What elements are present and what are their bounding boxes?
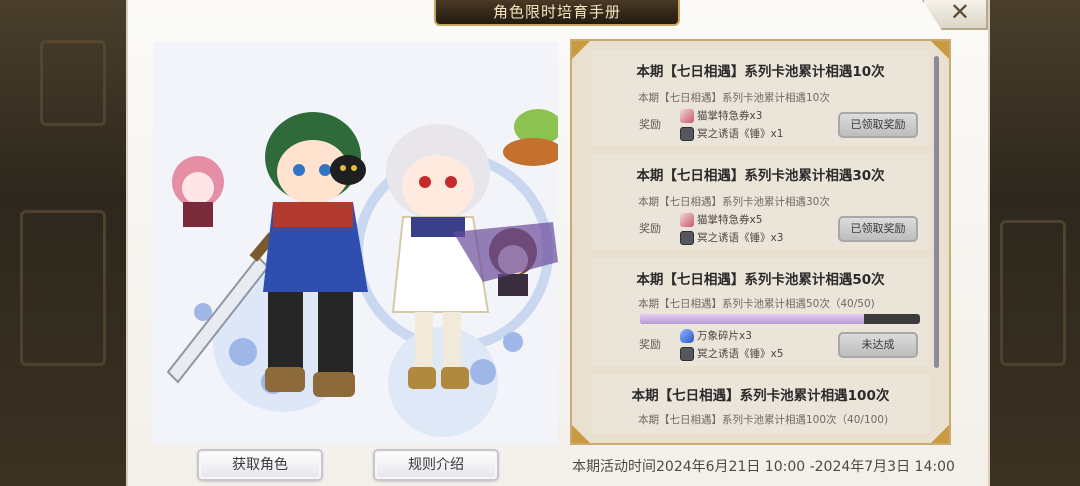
quest-list-scrollbar[interactable]	[934, 56, 939, 368]
reward-item: 万象碎片x3	[680, 328, 752, 343]
background-decoration	[40, 40, 106, 126]
quest-title: 本期【七日相遇】系列卡池累计相遇100次	[631, 388, 890, 404]
reward-item: 冥之诱语《锤》x3	[680, 230, 783, 245]
ticket-icon	[680, 108, 694, 123]
quest-card: 本期【七日相遇】系列卡池累计相遇10次 本期【七日相遇】系列卡池累计相遇10次 …	[592, 50, 929, 146]
frame-corner-ornament	[572, 425, 590, 443]
background-left	[0, 0, 130, 486]
quest-card: 本期【七日相遇】系列卡池累计相遇100次 本期【七日相遇】系列卡池累计相遇100…	[592, 374, 929, 434]
claimed-button[interactable]: 已领取奖励	[838, 112, 918, 138]
window-title: 角色限时培育手册	[434, 0, 680, 26]
reward-label: 奖励	[639, 118, 661, 131]
quest-card: 本期【七日相遇】系列卡池累计相遇50次 本期【七日相遇】系列卡池累计相遇50次（…	[592, 258, 929, 366]
reward-item-text: 冥之诱语《锤》x3	[697, 232, 784, 244]
reward-item-text: 冥之诱语《锤》x5	[697, 348, 784, 360]
quest-title: 本期【七日相遇】系列卡池累计相遇30次	[636, 168, 885, 184]
get-character-button[interactable]: 获取角色	[197, 449, 323, 481]
background-right	[985, 0, 1080, 486]
reward-item: 冥之诱语《锤》x1	[680, 126, 783, 141]
character-art-svg	[153, 42, 558, 445]
hammer-icon	[680, 346, 694, 361]
reward-item-text: 猫掌特急券x3	[697, 110, 763, 122]
frame-corner-ornament	[931, 425, 949, 443]
frame-corner-ornament	[572, 41, 590, 59]
rules-button[interactable]: 规则介绍	[373, 449, 499, 481]
background-decoration	[1000, 220, 1066, 366]
quest-card: 本期【七日相遇】系列卡池累计相遇30次 本期【七日相遇】系列卡池累计相遇30次 …	[592, 154, 929, 250]
background-decoration	[20, 210, 106, 366]
quest-description: 本期【七日相遇】系列卡池累计相遇50次（40/50)	[638, 298, 875, 310]
quest-description: 本期【七日相遇】系列卡池累计相遇30次	[638, 196, 830, 208]
quest-description: 本期【七日相遇】系列卡池累计相遇10次	[638, 92, 830, 104]
quest-title: 本期【七日相遇】系列卡池累计相遇50次	[636, 272, 885, 288]
quest-description: 本期【七日相遇】系列卡池累计相遇100次（40/100)	[638, 414, 889, 426]
reward-item: 冥之诱语《锤》x5	[680, 346, 783, 361]
shard-icon	[680, 328, 694, 343]
quest-title: 本期【七日相遇】系列卡池累计相遇10次	[636, 64, 885, 80]
reward-item: 猫掌特急券x3	[680, 108, 762, 123]
quest-progress-fill	[640, 314, 864, 324]
ticket-icon	[680, 212, 694, 227]
hammer-icon	[680, 230, 694, 245]
reward-item-text: 冥之诱语《锤》x1	[697, 128, 784, 140]
event-period: 本期活动时间2024年6月21日 10:00 -2024年7月3日 14:00	[572, 459, 955, 475]
reward-item-text: 万象碎片x3	[697, 330, 752, 342]
claimed-button[interactable]: 已领取奖励	[838, 216, 918, 242]
reward-item-text: 猫掌特急券x5	[697, 214, 763, 226]
reward-label: 奖励	[639, 222, 661, 235]
reward-item: 猫掌特急券x5	[680, 212, 762, 227]
reward-label: 奖励	[639, 338, 661, 351]
character-illustration	[153, 42, 558, 445]
close-icon: ✕	[949, 0, 970, 26]
not-reached-button[interactable]: 未达成	[838, 332, 918, 358]
quest-progress-bar	[640, 314, 920, 324]
hammer-icon	[680, 126, 694, 141]
